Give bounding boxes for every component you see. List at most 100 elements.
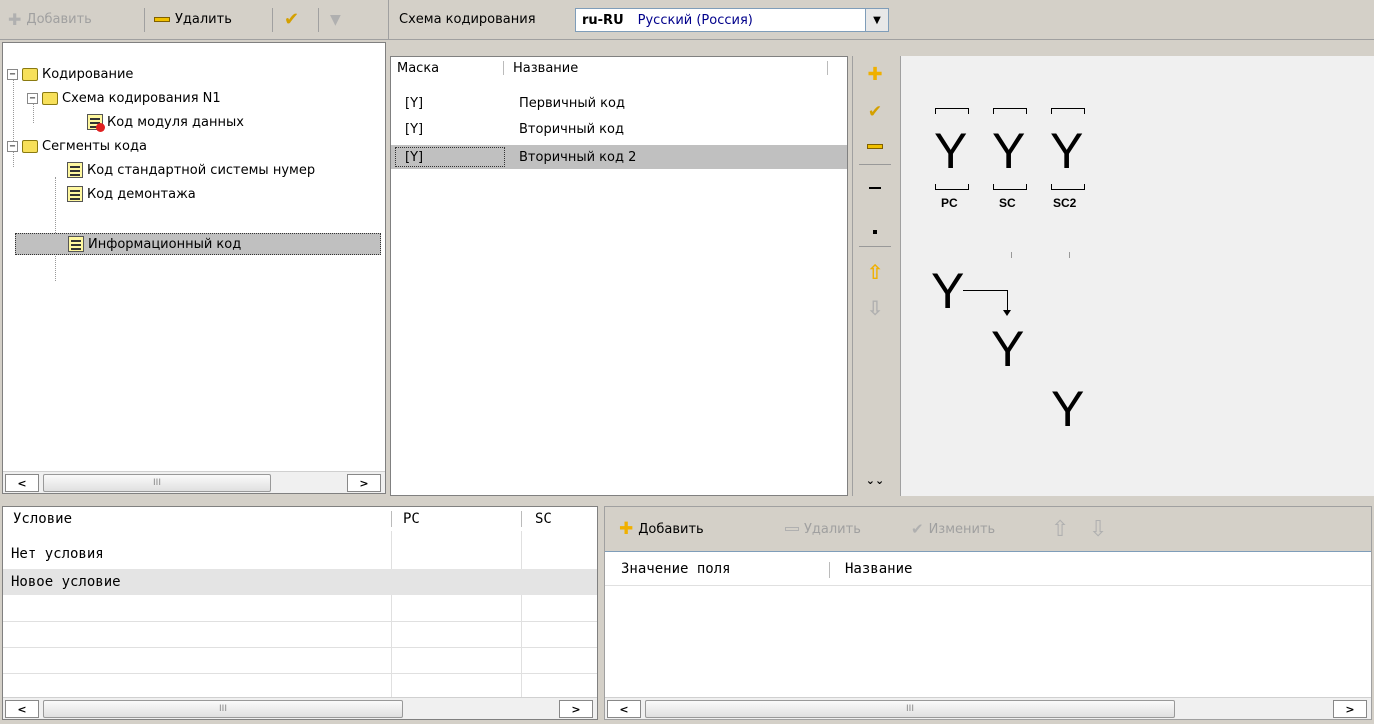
values-delete-button[interactable]: Удалить [785, 507, 861, 551]
tree-item-label: Информационный код [88, 236, 242, 252]
tree-item-disassembly-code[interactable]: Код демонтажа [67, 183, 196, 205]
collapse-icon[interactable]: − [27, 92, 38, 104]
scroll-thumb[interactable]: III [43, 700, 403, 718]
scroll-right-icon[interactable]: > [559, 700, 593, 718]
plus-icon: ✚ [867, 63, 883, 85]
plus-icon: ✚ [8, 10, 22, 29]
preview-glyph-sc2: Y [1050, 123, 1084, 179]
values-header: Значение поля Название [605, 552, 1371, 586]
tree-item-label: Сегменты кода [42, 138, 147, 154]
scheme-select[interactable]: ru-RU Русский (Россия) ▼ [575, 8, 889, 32]
table-row[interactable]: [Y] Вторичный код 2 [391, 145, 847, 169]
move-down-button[interactable]: ⇩ [853, 296, 897, 320]
scroll-right-icon[interactable]: > [1333, 700, 1367, 718]
values-toolbar: ✚ Добавить Удалить ✔ Изменить ⇧ ⇩ [605, 507, 1371, 551]
name-cell: Первичный код [519, 95, 625, 111]
arrow-down-icon: ⇩ [866, 296, 884, 320]
header-name[interactable]: Название [507, 57, 827, 79]
tree-item-info-code[interactable]: Информационный код [15, 233, 381, 255]
conditions-hscrollbar[interactable]: < III > [3, 697, 597, 719]
code-preview: Y Y Y PC SC SC2 Y Y Y [900, 56, 1374, 496]
delete-button[interactable]: Удалить [154, 0, 232, 39]
table-row[interactable]: Нет условия [3, 543, 597, 565]
delete-button-label: Удалить [175, 12, 232, 27]
folder-icon [42, 91, 58, 105]
values-move-up-button[interactable]: ⇧ [1051, 507, 1069, 551]
scheme-name: Русский (Россия) [637, 12, 753, 28]
dash-icon [869, 187, 881, 189]
header-name[interactable]: Название [839, 552, 912, 586]
document-icon [67, 162, 83, 178]
values-edit-label: Изменить [928, 521, 996, 537]
scroll-left-icon[interactable]: < [5, 700, 39, 718]
table-row[interactable]: Новое условие [3, 569, 597, 595]
tree-panel: − Кодирование − Схема кодирования N1 Код… [2, 42, 386, 494]
document-icon [68, 236, 84, 252]
header-sc[interactable]: SC [529, 507, 589, 531]
values-table: Значение поля Название < III > [605, 551, 1371, 719]
tree-item-coding[interactable]: − Кодирование [7, 63, 133, 85]
confirm-segment-button[interactable]: ✔ [853, 100, 897, 124]
scroll-thumb[interactable]: III [645, 700, 1175, 718]
tree-item-data-module-code[interactable]: Код модуля данных [87, 111, 244, 133]
tree-item-label: Схема кодирования N1 [62, 90, 221, 106]
preview-glyph-pc: Y [934, 123, 968, 179]
hierarchy-glyph-2: Y [991, 321, 1025, 377]
table-row[interactable]: [Y] Вторичный код [391, 117, 847, 141]
scroll-left-icon[interactable]: < [5, 474, 39, 492]
segment-label-sc: SC [999, 196, 1016, 210]
dash-button[interactable] [853, 176, 897, 200]
table-row[interactable]: [Y] Первичный код [391, 91, 847, 115]
values-panel: ✚ Добавить Удалить ✔ Изменить ⇧ ⇩ Значен… [604, 506, 1372, 720]
collapse-icon[interactable]: − [7, 68, 18, 80]
arrow-up-icon: ⇧ [1051, 516, 1070, 542]
tree-hscrollbar[interactable]: < III > [3, 471, 385, 493]
header-field-value[interactable]: Значение поля [615, 552, 731, 586]
document-icon [67, 186, 83, 202]
main-toolbar: ✚ Добавить Удалить ✔ ▼ [0, 0, 388, 40]
remove-segment-button[interactable] [853, 134, 897, 158]
values-move-down-button[interactable]: ⇩ [1089, 507, 1107, 551]
mask-cell: [Y] [405, 95, 424, 111]
scroll-right-icon[interactable]: > [347, 474, 381, 492]
arrow-down-icon: ⇩ [1089, 516, 1108, 542]
add-button-label: Добавить [26, 12, 92, 27]
hierarchy-glyph-1: Y [931, 263, 965, 319]
values-add-button[interactable]: ✚ Добавить [619, 507, 704, 551]
tree-item-scheme-n1[interactable]: − Схема кодирования N1 [27, 87, 221, 109]
segment-label-pc: PC [941, 196, 958, 210]
values-delete-label: Удалить [804, 521, 861, 537]
values-hscrollbar[interactable]: < III > [605, 697, 1371, 719]
header-mask[interactable]: Маска [391, 57, 503, 79]
move-up-button[interactable]: ⇧ [853, 260, 897, 284]
plus-icon: ✚ [619, 519, 634, 539]
arrow-up-icon: ⇧ [866, 260, 884, 284]
header-pc[interactable]: PC [397, 507, 517, 531]
dot-icon [873, 230, 877, 234]
hierarchy-connector [963, 290, 1007, 291]
tree-item-label: Код стандартной системы нумер [87, 162, 316, 178]
more-button[interactable]: ⌄⌄ [853, 468, 897, 492]
values-add-label: Добавить [638, 521, 704, 537]
check-button[interactable]: ✔ [284, 0, 299, 39]
side-action-strip: ✚ ✔ ⇧ ⇩ ⌄⌄ [852, 56, 898, 496]
add-button[interactable]: ✚ Добавить [8, 0, 92, 39]
folder-icon [22, 67, 38, 81]
folder-icon [22, 139, 38, 153]
scroll-left-icon[interactable]: < [607, 700, 641, 718]
filter-button[interactable]: ▼ [330, 0, 341, 39]
dot-button[interactable] [853, 220, 897, 244]
name-cell: Вторичный код 2 [519, 149, 637, 165]
chevron-down-icon[interactable]: ▼ [865, 8, 889, 32]
tree-item-code-segments[interactable]: − Сегменты кода [7, 135, 147, 157]
add-segment-button[interactable]: ✚ [853, 62, 897, 86]
mask-cell: [Y] [405, 121, 424, 137]
collapse-icon[interactable]: − [7, 140, 18, 152]
values-edit-button[interactable]: ✔ Изменить [911, 507, 995, 551]
tree-item-standard-numbering[interactable]: Код стандартной системы нумер [67, 159, 315, 181]
hierarchy-glyph-3: Y [1051, 381, 1085, 437]
scroll-thumb[interactable]: III [43, 474, 271, 492]
minus-icon [785, 527, 799, 531]
header-condition[interactable]: Условие [7, 507, 391, 531]
document-icon [87, 114, 105, 132]
